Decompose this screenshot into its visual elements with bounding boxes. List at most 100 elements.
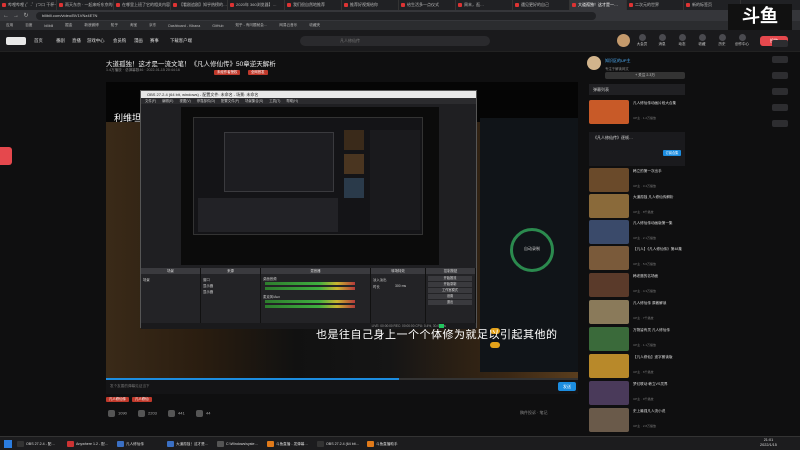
video-thumbnail[interactable] — [589, 194, 629, 218]
video-thumbnail[interactable] — [589, 300, 629, 324]
recommended-video[interactable]: 梦幻联动 韩立VS灵界 UP主 · 9千播放 — [589, 381, 685, 405]
follow-button[interactable]: + 关注 2.3万 — [605, 72, 685, 79]
tag[interactable]: 未经作者授权 — [214, 70, 241, 75]
recommended-video-title[interactable]: 凡人修仙传动画版第一集 — [633, 221, 685, 226]
video-action-button[interactable]: 1090 — [108, 410, 127, 417]
header-icon-button[interactable]: 动态 — [672, 34, 692, 47]
browser-tab[interactable]: 【看剧追剧】知乎热榜的… — [171, 0, 228, 10]
video-thumbnail[interactable] — [589, 327, 629, 351]
video-thumbnail[interactable] — [589, 220, 629, 244]
bookmark-item[interactable]: Dashboard - Kibana — [162, 24, 206, 28]
side-rail-item[interactable] — [772, 40, 788, 47]
duration-input[interactable]: 300 ms — [395, 284, 406, 288]
browser-tab[interactable]: 2020年 360浏览器】… — [228, 0, 285, 10]
video-thumbnail[interactable] — [589, 354, 629, 378]
recommended-video-title[interactable]: 梦幻联动 韩立VS灵界 — [633, 382, 685, 387]
taskbar-item[interactable]: 大道孤独！这才是… — [166, 439, 208, 449]
recommended-video[interactable]: 凡人修仙传动画片段大合集 UP主 · 1.2万播放 — [589, 100, 685, 124]
browser-tab[interactable]: 二次元的世界 — [627, 0, 684, 10]
exit-button[interactable]: 退出 — [428, 300, 472, 305]
header-icon-button[interactable]: 历史 — [712, 34, 732, 47]
toggle-switch[interactable] — [490, 342, 500, 348]
video-action-button[interactable]: 44 — [196, 410, 210, 417]
header-icon-button[interactable]: 创作中心 — [732, 34, 752, 47]
taskbar-item[interactable]: 斗鱼直播 - 发弹幕… — [266, 439, 308, 449]
video-thumbnail[interactable] — [589, 246, 629, 270]
windows-start-icon[interactable] — [4, 440, 12, 448]
header-icon-button[interactable]: 消息 — [652, 34, 672, 47]
bookmark-item[interactable]: 知乎 — [105, 23, 124, 28]
recommended-video[interactable]: 万物皆有灵 凡人修仙传 UP主 · 1.1万播放 — [589, 327, 685, 351]
side-rail-item[interactable] — [772, 104, 788, 111]
bookmark-item[interactable]: 淘宝 — [124, 23, 143, 28]
video-thumbnail[interactable] — [589, 381, 629, 405]
video-action-button[interactable]: 2203 — [138, 410, 157, 417]
bookmark-item[interactable]: 网易云音乐 — [273, 23, 303, 28]
avatar[interactable] — [617, 34, 630, 47]
site-nav-item[interactable]: 赛事 — [150, 38, 159, 44]
tag[interactable]: 全网首发 — [248, 70, 268, 75]
browser-tab[interactable]: 推荐好视频给你 — [342, 0, 399, 10]
up-avatar[interactable] — [587, 56, 601, 70]
danmu-input[interactable]: 发个友善的弹幕见证当下 — [110, 383, 310, 390]
recommended-video-title[interactable]: 韩立的第一次出手 — [633, 169, 685, 174]
taskbar-item[interactable]: OBS 27.2.4 - 配… — [16, 439, 55, 449]
report-link[interactable]: 稿件投诉 · 笔记 — [520, 410, 548, 416]
taskbar-item[interactable]: 斗鱼直播助手 — [366, 439, 398, 449]
site-nav-item[interactable]: 直播 — [72, 38, 81, 44]
bilibili-logo[interactable] — [6, 37, 26, 45]
recommended-video-title[interactable]: 【凡人】《凡人修仙传》第48集 — [633, 247, 685, 252]
header-icon-button[interactable]: 收藏 — [692, 34, 712, 47]
source-item[interactable]: 显示器 — [203, 289, 213, 294]
browser-tab[interactable]: 哔哩哔哩 (゜-゜)つロ 干杯~-bili — [0, 0, 57, 10]
site-nav-item[interactable]: 番剧 — [56, 38, 65, 44]
taskbar-item[interactable]: OBS 27.2.4 (64 bit… — [316, 439, 359, 449]
recommended-video-title[interactable]: 【凡人修仙】逐字朗读版 — [633, 355, 685, 360]
bookmark-item[interactable]: bilibili — [38, 24, 59, 28]
recommended-video-title[interactable]: 大道孤独 凡人修仙传解析 — [633, 195, 685, 200]
recommended-video[interactable]: 韩老魔的名场面 UP主 · 4.3万播放 — [589, 273, 685, 297]
start-recording-button[interactable]: 开始录制 — [428, 282, 472, 287]
live-side-button[interactable] — [0, 147, 12, 165]
recommended-video-title[interactable]: 史上最强凡人流小说 — [633, 409, 685, 414]
bookmark-item[interactable]: 应用 — [0, 23, 19, 28]
bookmark-item[interactable]: 京东 — [143, 23, 162, 28]
start-streaming-button[interactable]: 开始推流 — [428, 276, 472, 281]
back-icon[interactable]: ← — [2, 12, 10, 20]
forward-icon[interactable]: → — [12, 12, 20, 20]
browser-tab[interactable]: 我们很自然地推荐 — [285, 0, 342, 10]
tag[interactable]: 凡人修仙传 — [106, 397, 129, 402]
site-nav-item[interactable]: 游戏中心 — [87, 38, 105, 44]
reload-icon[interactable]: ↻ — [22, 12, 30, 20]
bookmark-item[interactable]: 新浪微博 — [78, 23, 104, 28]
recommended-video[interactable]: 【凡人修仙】逐字朗读版 UP主 · 6千播放 — [589, 354, 685, 378]
recommended-video[interactable]: 凡人修仙传 原著解读 UP主 · 7千播放 — [589, 300, 685, 324]
tag[interactable]: 凡人修仙 — [132, 397, 152, 402]
side-rail-item[interactable] — [772, 120, 788, 127]
recommended-video[interactable]: 【凡人】《凡人修仙传》第48集 UP主 · 5.6万播放 — [589, 246, 685, 270]
volume-slider[interactable] — [265, 305, 355, 308]
obs-menu-item[interactable]: 视图(V) — [179, 99, 190, 103]
taskbar-item[interactable]: 凡人修仙传 — [116, 439, 144, 449]
browser-tab[interactable]: 周末，逛… — [456, 0, 513, 10]
obs-window[interactable]: OBS 27.2.4 (64 bit, windows) - 配置文件: 未命名… — [140, 90, 477, 329]
bookmark-item[interactable]: 知乎 - 有问题就会… — [229, 23, 273, 28]
scene-item[interactable]: 场景 — [143, 277, 150, 282]
taskbar-item[interactable]: Anywhere 1.2 - 配… — [66, 439, 108, 449]
source-item[interactable]: 窗口 — [203, 277, 210, 282]
recommended-video[interactable]: 凡人修仙传动画版第一集 UP主 · 2.1万播放 — [589, 220, 685, 244]
recommended-video[interactable]: 韩立的第一次出手 UP主 · 3.4万播放 — [589, 168, 685, 192]
subscribe-collection-button[interactable]: 订阅合集 — [663, 150, 681, 156]
side-rail-item[interactable] — [772, 88, 788, 95]
recommended-video-title[interactable]: 万物皆有灵 凡人修仙传 — [633, 328, 685, 333]
header-icon-button[interactable]: 大会员 — [632, 34, 652, 47]
recommended-video[interactable]: 大道孤独 凡人修仙传解析 UP主 · 8千播放 — [589, 194, 685, 218]
site-nav-item[interactable]: 会员购 — [113, 38, 126, 44]
search-input[interactable]: 凡人修仙传 — [300, 36, 490, 46]
video-thumbnail[interactable] — [589, 168, 629, 192]
obs-menu-item[interactable]: 停靠部件(D) — [197, 99, 215, 103]
browser-tab[interactable]: 大道孤独！这才是一… — [570, 0, 627, 10]
recommended-video[interactable]: 史上最强凡人流小说 UP主 · 2.8万播放 — [589, 408, 685, 432]
recommended-video-title[interactable]: 韩老魔的名场面 — [633, 274, 685, 279]
obs-menu-item[interactable]: 工具(T) — [269, 99, 280, 103]
